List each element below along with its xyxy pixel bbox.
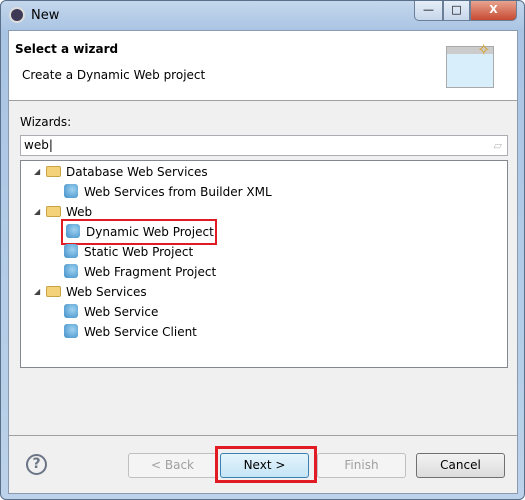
filter-value: web [24, 138, 49, 152]
tree-item-label: Web Services from Builder XML [84, 185, 272, 199]
expand-arrow-icon[interactable]: ◢ [34, 162, 40, 182]
cancel-button[interactable]: Cancel [416, 453, 505, 478]
tree-item[interactable]: Web Services from Builder XML [64, 182, 272, 202]
tree-item[interactable]: Static Web Project [64, 242, 193, 262]
tree-item-label: Web Services [66, 285, 147, 299]
expand-arrow-icon[interactable]: ◢ [34, 282, 40, 302]
wizards-label: Wizards: [20, 115, 72, 129]
folder-icon [46, 286, 61, 297]
expand-arrow-icon[interactable]: ◢ [34, 202, 40, 222]
web-service-icon [64, 184, 78, 198]
dialog-body: Select a wizard Create a Dynamic Web pro… [8, 30, 518, 494]
next-highlight-box [215, 446, 317, 483]
sparkle-icon: ✧ [477, 40, 491, 59]
web-project-icon [64, 264, 78, 278]
new-wizard-window: New — □ X Select a wizard Create a Dynam… [0, 0, 525, 500]
tree-item-label: Database Web Services [66, 165, 208, 179]
page-description: Create a Dynamic Web project [22, 68, 206, 82]
tree-item[interactable]: Web Fragment Project [64, 262, 216, 282]
folder-icon [46, 206, 61, 217]
tree-item-label: Web Service [84, 305, 159, 319]
finish-button[interactable]: Finish [317, 453, 406, 478]
tree-item-label: Web Fragment Project [84, 265, 217, 279]
divider [9, 435, 517, 436]
wizard-tree[interactable]: ◢ Database Web Services Web Services from … [20, 160, 508, 368]
web-service-icon [64, 324, 78, 338]
eclipse-icon [9, 7, 25, 23]
page-title: Select a wizard [15, 42, 119, 56]
help-icon[interactable]: ? [26, 454, 47, 475]
tree-item-label: Web Service Client [84, 325, 197, 339]
folder-icon [46, 166, 61, 177]
web-service-icon [64, 304, 78, 318]
tree-item-label: Web [66, 205, 93, 219]
minimize-button[interactable]: — [414, 1, 443, 21]
tree-item[interactable]: Web Service Client [64, 322, 197, 342]
wizard-filter-input[interactable]: web| ▱ [20, 135, 508, 156]
maximize-button[interactable]: □ [443, 1, 470, 21]
tree-item[interactable]: ◢ Database Web Services [34, 162, 208, 182]
web-project-icon [66, 224, 80, 238]
tree-item[interactable]: ◢ Web [34, 202, 93, 222]
back-button[interactable]: < Back [128, 453, 217, 478]
web-project-icon [64, 244, 78, 258]
close-button[interactable]: X [470, 1, 517, 21]
tree-item[interactable]: Dynamic Web Project [61, 219, 217, 245]
tree-item-label: Static Web Project [84, 245, 194, 259]
tree-item-label: Dynamic Web Project [86, 225, 214, 239]
wizard-header: Select a wizard Create a Dynamic Web pro… [9, 31, 517, 101]
eraser-icon[interactable]: ▱ [494, 139, 502, 152]
tree-item[interactable]: ◢ Web Services [34, 282, 147, 302]
tree-item[interactable]: Web Service [64, 302, 158, 322]
window-title: New [31, 8, 60, 23]
